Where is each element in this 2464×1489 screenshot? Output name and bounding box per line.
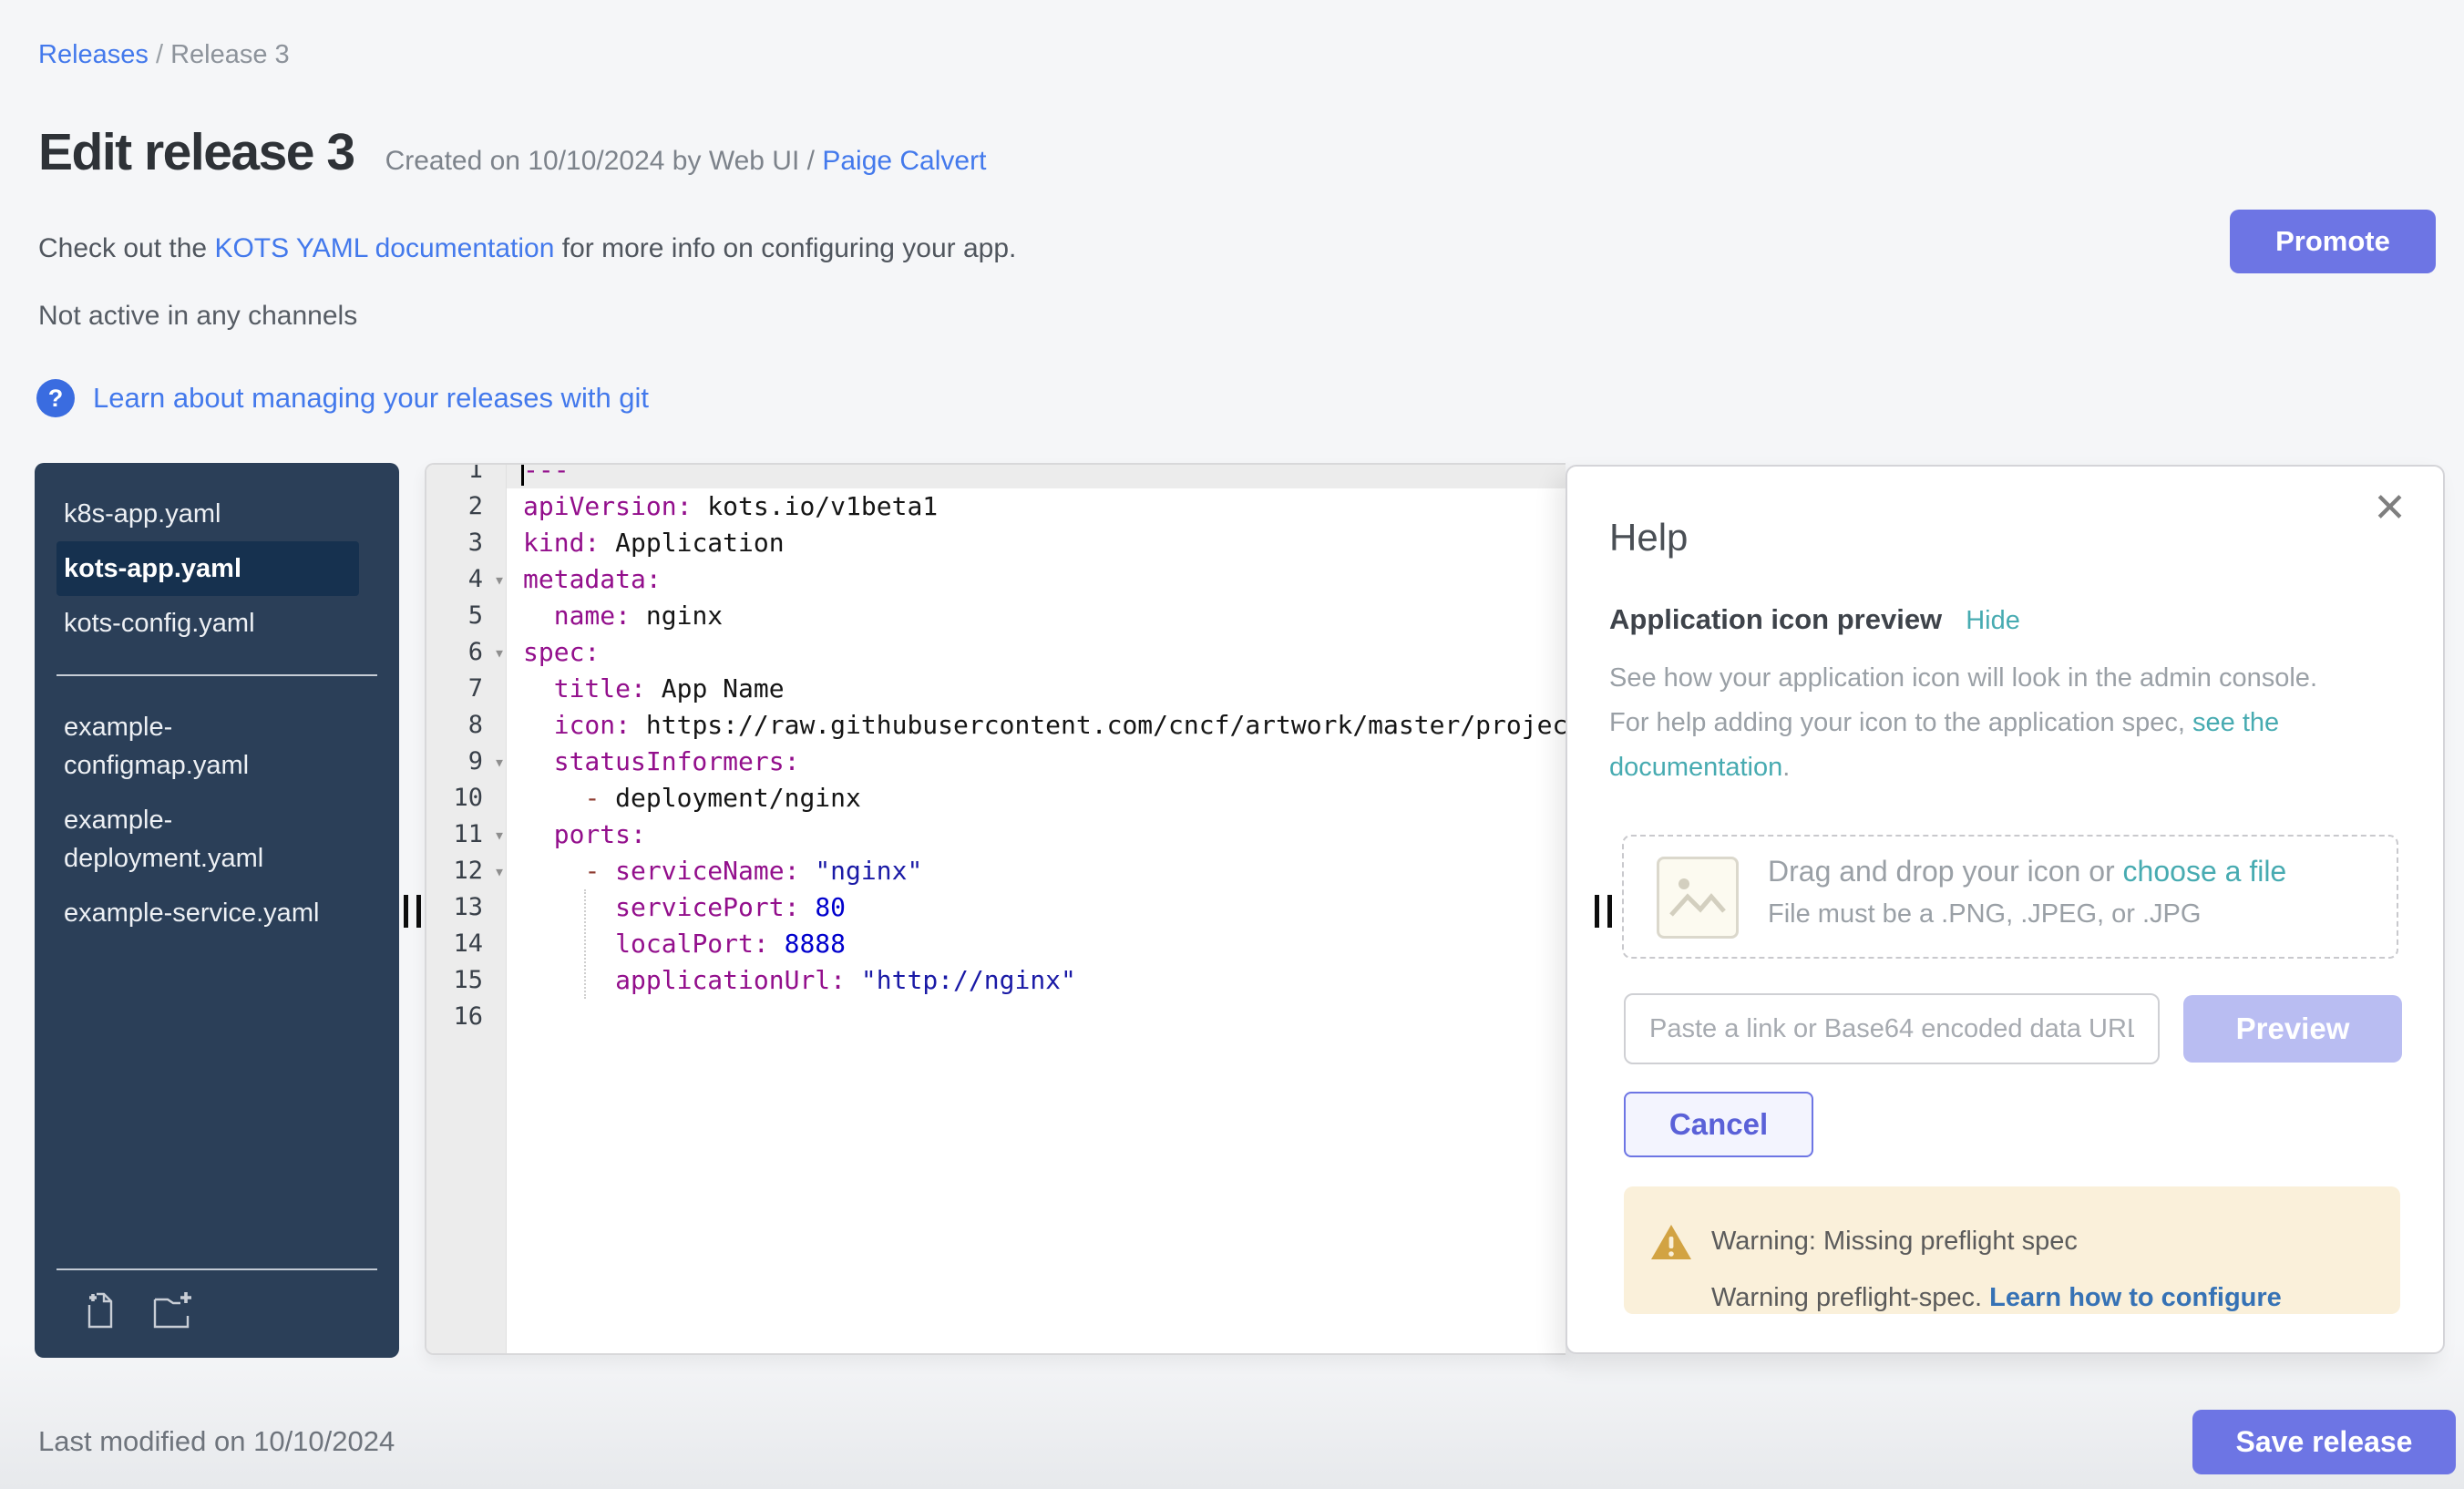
file-sidebar: k8s-app.yamlkots-app.yamlkots-config.yam… (35, 463, 399, 1358)
doc-hint: Check out the KOTS YAML documentation fo… (38, 233, 1016, 264)
icon-url-input[interactable] (1624, 993, 2160, 1064)
gutter-line-number[interactable]: 4▾ (426, 561, 507, 598)
file-item[interactable]: kots-app.yaml (56, 541, 359, 596)
yaml-editor[interactable]: 1234▾56▾789▾1011▾12▾13141516 ---apiVersi… (425, 463, 1566, 1355)
code-line[interactable]: - serviceName: "nginx" (507, 853, 1566, 889)
gutter-line-number: 14 (426, 926, 507, 962)
breadcrumb-releases-link[interactable]: Releases (38, 40, 149, 69)
kots-yaml-doc-link[interactable]: KOTS YAML documentation (214, 233, 554, 263)
file-list-bottom: example-configmap.yamlexample-deployment… (35, 700, 399, 940)
file-item[interactable]: example-configmap.yaml (56, 700, 359, 793)
editor-gutter-rows: 1234▾56▾789▾1011▾12▾13141516 (426, 463, 507, 1035)
gutter-line-number: 15 (426, 962, 507, 999)
icon-preview-title: Application icon preview (1609, 603, 1942, 636)
preview-button[interactable]: Preview (2183, 995, 2402, 1063)
add-folder-icon[interactable] (149, 1289, 193, 1332)
help-panel: ✕ Help Application icon preview Hide See… (1566, 465, 2445, 1354)
gutter-line-number: 2 (426, 488, 507, 525)
code-line[interactable]: applicationUrl: "http://nginx" (507, 962, 1566, 999)
file-list-divider (56, 674, 377, 676)
gutter-line-number: 8 (426, 707, 507, 744)
code-line[interactable]: - deployment/nginx (507, 780, 1566, 816)
choose-file-link[interactable]: choose a file (2123, 855, 2287, 888)
gutter-line-number: 7 (426, 671, 507, 707)
text-cursor (521, 463, 524, 486)
warning-icon (1649, 1221, 1693, 1265)
fold-arrow-icon: ▾ (494, 744, 505, 780)
breadcrumb-separator: / (156, 40, 170, 69)
code-line[interactable]: icon: https://raw.githubusercontent.com/… (507, 707, 1566, 744)
last-modified-text: Last modified on 10/10/2024 (38, 1425, 395, 1458)
promote-button[interactable]: Promote (2230, 210, 2436, 273)
warning-detail: Warning preflight-spec. Learn how to con… (1711, 1283, 2282, 1313)
code-line[interactable]: statusInformers: (507, 744, 1566, 780)
gutter-line-number: 13 (426, 889, 507, 926)
breadcrumb-current: Release 3 (170, 40, 290, 69)
code-line[interactable]: apiVersion: kots.io/v1beta1 (507, 488, 1566, 525)
code-line[interactable]: metadata: (507, 561, 1566, 598)
git-help-row: ? Learn about managing your releases wit… (36, 379, 649, 417)
indent-guide (584, 889, 586, 999)
gutter-line-number[interactable]: 12▾ (426, 853, 507, 889)
fold-arrow-icon: ▾ (494, 634, 505, 671)
created-by-link[interactable]: Paige Calvert (822, 146, 986, 176)
code-line[interactable]: spec: (507, 634, 1566, 671)
file-list-top: k8s-app.yamlkots-app.yamlkots-config.yam… (35, 487, 399, 651)
git-releases-link[interactable]: Learn about managing your releases with … (93, 382, 649, 415)
file-item[interactable]: kots-config.yaml (56, 596, 359, 651)
sidebar-actions (56, 1268, 377, 1358)
help-panel-resize-handle[interactable] (1595, 895, 1612, 928)
fold-arrow-icon: ▾ (494, 561, 505, 598)
code-line[interactable] (507, 999, 1566, 1035)
file-item[interactable]: k8s-app.yaml (56, 487, 359, 541)
code-line[interactable]: localPort: 8888 (507, 926, 1566, 962)
fold-arrow-icon: ▾ (494, 816, 505, 853)
hide-link[interactable]: Hide (1966, 606, 2020, 636)
dropzone-text: Drag and drop your icon or choose a file… (1768, 855, 2286, 929)
code-line[interactable]: name: nginx (507, 598, 1566, 634)
image-placeholder-icon (1657, 857, 1739, 939)
cancel-button[interactable]: Cancel (1624, 1092, 1813, 1157)
icon-dropzone[interactable]: Drag and drop your icon or choose a file… (1622, 835, 2398, 959)
file-item[interactable]: example-service.yaml (56, 886, 359, 940)
preflight-warning: Warning: Missing preflight spec Warning … (1624, 1186, 2400, 1314)
code-line[interactable]: ports: (507, 816, 1566, 853)
learn-configure-link[interactable]: Learn how to configure (1989, 1283, 2282, 1312)
dropzone-requirements: File must be a .PNG, .JPEG, or .JPG (1768, 899, 2286, 929)
icon-preview-description: See how your application icon will look … (1609, 656, 2347, 790)
gutter-line-number[interactable]: 6▾ (426, 634, 507, 671)
breadcrumb: Releases / Release 3 (38, 40, 290, 70)
code-line[interactable]: servicePort: 80 (507, 889, 1566, 926)
save-release-button[interactable]: Save release (2192, 1410, 2456, 1474)
gutter-line-number[interactable]: 11▾ (426, 816, 507, 853)
page-title: Edit release 3 (38, 122, 354, 182)
sidebar-resize-handle[interactable] (404, 895, 421, 928)
gutter-line-number[interactable]: 9▾ (426, 744, 507, 780)
warning-title: Warning: Missing preflight spec (1711, 1227, 2078, 1257)
gutter-line-number: 5 (426, 598, 507, 634)
add-file-icon[interactable] (77, 1289, 120, 1332)
channel-status: Not active in any channels (38, 301, 357, 332)
created-info: Created on 10/10/2024 by Web UI / Paige … (385, 146, 987, 177)
close-icon[interactable]: ✕ (2373, 488, 2407, 529)
code-lines[interactable]: ---apiVersion: kots.io/v1beta1kind: Appl… (507, 463, 1566, 1035)
gutter-line-number: 16 (426, 999, 507, 1035)
title-row: Edit release 3 Created on 10/10/2024 by … (38, 122, 986, 182)
gutter-line-number: 3 (426, 525, 507, 561)
code-line[interactable]: kind: Application (507, 525, 1566, 561)
question-icon: ? (36, 379, 75, 417)
gutter-line-number: 10 (426, 780, 507, 816)
code-line[interactable]: title: App Name (507, 671, 1566, 707)
fold-arrow-icon: ▾ (494, 853, 505, 889)
file-item[interactable]: example-deployment.yaml (56, 793, 359, 886)
gutter-line-number: 1 (426, 463, 507, 488)
help-panel-title: Help (1609, 516, 1688, 560)
code-line[interactable]: --- (507, 463, 1566, 488)
